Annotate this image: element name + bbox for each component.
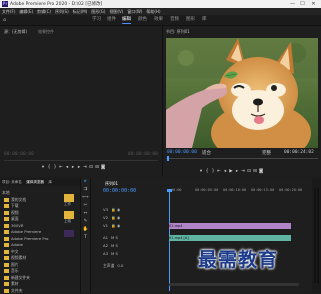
- menu-marker[interactable]: 标记(M): [73, 8, 88, 15]
- menu-graphics[interactable]: 图形(G): [91, 8, 105, 15]
- workspace-libraries[interactable]: 库: [202, 17, 207, 23]
- program-transport-controls: ▾{}⇤◂▶▸⇥⊡⊟◙: [198, 168, 264, 174]
- folder-icon: [4, 250, 9, 254]
- tab-sequence[interactable]: 序列01: [105, 181, 118, 187]
- track-a1[interactable]: A1M S: [91, 234, 166, 241]
- track-master[interactable]: 主声道0.0: [91, 262, 166, 269]
- source-timecode-current: 00:00:00:00: [4, 152, 34, 157]
- tab-program[interactable]: 节目: 序列01: [166, 29, 190, 35]
- tab-source[interactable]: 源：(无剪辑): [4, 29, 27, 35]
- folder-icon: [4, 289, 9, 293]
- playhead[interactable]: [169, 191, 170, 291]
- maximize-button[interactable]: ☐: [298, 0, 307, 8]
- folder-icon: [4, 243, 9, 247]
- menu-help[interactable]: 帮助(H): [146, 8, 160, 15]
- program-fit-dropdown[interactable]: 适合: [202, 150, 211, 156]
- menu-file[interactable]: 文件(F): [2, 8, 15, 15]
- menu-view[interactable]: 视图(V): [109, 8, 123, 15]
- workspace-assembly[interactable]: 组件: [107, 17, 116, 23]
- workspace-learning[interactable]: 学习: [92, 17, 101, 23]
- hand-tool-icon[interactable]: ✋: [81, 226, 90, 234]
- workspace-effects[interactable]: 效果: [154, 17, 163, 23]
- tab-project[interactable]: 项目: 未命名: [2, 180, 22, 184]
- audio-meters: [312, 178, 321, 293]
- slip-tool-icon[interactable]: ↔: [81, 210, 90, 218]
- camera-icon[interactable]: ◙: [258, 169, 264, 174]
- folder-icon: [4, 256, 9, 260]
- shiba-dog-image: [166, 38, 318, 148]
- program-video-frame: [166, 38, 318, 148]
- program-timecode-current[interactable]: 00:00:00:00: [167, 150, 197, 155]
- track-a2[interactable]: A2M S: [91, 242, 166, 249]
- program-playhead[interactable]: [167, 156, 169, 161]
- folder-icon: [4, 237, 9, 241]
- menu-clip[interactable]: 剪辑(C): [37, 8, 51, 15]
- menu-sequence[interactable]: 序列(S): [55, 8, 69, 15]
- workspace-graphics[interactable]: 图形: [186, 17, 195, 23]
- program-timecode-duration: 00:00:24:02: [284, 150, 314, 155]
- type-tool-icon[interactable]: T: [81, 234, 90, 242]
- folder-icon: [4, 282, 9, 286]
- workspace-editing[interactable]: 编辑: [122, 17, 131, 24]
- close-button[interactable]: ✕: [309, 0, 318, 8]
- folder-icon: [4, 263, 9, 267]
- program-scrub-bar[interactable]: [166, 158, 318, 159]
- folder-icon: [4, 217, 9, 221]
- media-label: 工作: [64, 202, 80, 207]
- folder-icon: [4, 224, 9, 228]
- tab-media-browser[interactable]: 媒体浏览器: [26, 180, 44, 184]
- folder-icon: [4, 198, 9, 202]
- track-a3[interactable]: A3M S: [91, 250, 166, 257]
- ripple-edit-icon[interactable]: ⟷: [81, 194, 90, 202]
- folder-icon: [4, 276, 9, 280]
- folder-icon: [4, 230, 9, 234]
- home-icon[interactable]: ⌂: [3, 17, 9, 23]
- workspace-audio[interactable]: 音频: [170, 17, 179, 23]
- razor-icon[interactable]: ✂: [81, 202, 90, 210]
- program-info-bar: 00:00:00:00 适合 完整 00:00:24:02: [166, 148, 318, 166]
- selection-tool-icon[interactable]: ▸: [81, 178, 90, 186]
- list-item[interactable]: 文件夹: [0, 288, 60, 294]
- menu-edit[interactable]: 编辑(E): [19, 8, 33, 15]
- menu-window[interactable]: 窗口(W): [127, 8, 142, 15]
- timeline-timecode[interactable]: 00:00:00:00: [103, 188, 136, 194]
- menu-bar: 文件(F) 编辑(E) 剪辑(C) 序列(S) 标记(M)图形(G) 视图(V) 窗口(W)…: [0, 8, 321, 15]
- minimize-button[interactable]: —: [288, 0, 297, 8]
- media-label: 上线: [64, 219, 80, 224]
- tab-libraries[interactable]: 库: [48, 180, 52, 184]
- watermark-text: 最需教育: [198, 245, 278, 272]
- folder-icon: [4, 269, 9, 273]
- track-v2[interactable]: V2🔒 ◉: [91, 214, 166, 221]
- track-v3[interactable]: V3🔒 ◉: [91, 206, 166, 213]
- source-monitor-panel: 源：(无剪辑) 效果控件 00:00:00:00 00:00:00:00 ▾{}…: [0, 26, 163, 176]
- media-preview-column: 工作 上线: [61, 190, 80, 293]
- window-titlebar: Pr Adobe Premiere Pro 2020 - D:\02 [已修改]…: [0, 0, 321, 8]
- workspace-color[interactable]: 颜色: [138, 17, 147, 23]
- source-scrub-bar[interactable]: [4, 160, 158, 161]
- tools-panel: ▸ ⇉ ⟷ ✂ ↔ ✎ ✋ T: [81, 178, 91, 293]
- workspaces-bar: ⌂ 学习 组件 编辑 颜色 效果 音频 图形 库: [0, 15, 321, 26]
- timeline-scrollbar[interactable]: [169, 283, 299, 286]
- audio-clip[interactable]: 01.mp4 [A]: [169, 235, 291, 241]
- track-select-icon[interactable]: ⇉: [81, 186, 90, 194]
- folder-thumbnail[interactable]: [64, 211, 74, 219]
- camera-icon[interactable]: ◙: [100, 165, 106, 170]
- premiere-app-icon: Pr: [2, 1, 8, 7]
- window-title: Adobe Premiere Pro 2020 - D:\02 [已修改]: [10, 1, 102, 7]
- pen-tool-icon[interactable]: ✎: [81, 218, 90, 226]
- track-v1[interactable]: V1🔒 ◉: [91, 222, 166, 229]
- tab-effect-controls[interactable]: 效果控件: [38, 29, 54, 35]
- program-quality-dropdown[interactable]: 完整: [262, 150, 271, 156]
- folder-icon: [4, 211, 9, 215]
- source-timecode-duration: 00:00:00:00: [128, 152, 158, 157]
- video-thumbnail[interactable]: [64, 230, 74, 237]
- video-clip[interactable]: 01.mp4: [169, 223, 291, 229]
- source-transport-controls: ▾{}⇤◂▸▸⇥⊡⊟◙: [40, 164, 106, 170]
- timeline-ruler[interactable]: 00:00 00:00:05:00 00:00:10:00 00:00:15:0…: [171, 186, 311, 196]
- timeline-panel: 序列01 00:00:00:00 00:00 00:00:05:00 00:00…: [91, 178, 311, 293]
- folder-icon: [4, 204, 9, 208]
- folder-thumbnail[interactable]: [64, 194, 74, 202]
- playhead-handle[interactable]: [167, 189, 172, 192]
